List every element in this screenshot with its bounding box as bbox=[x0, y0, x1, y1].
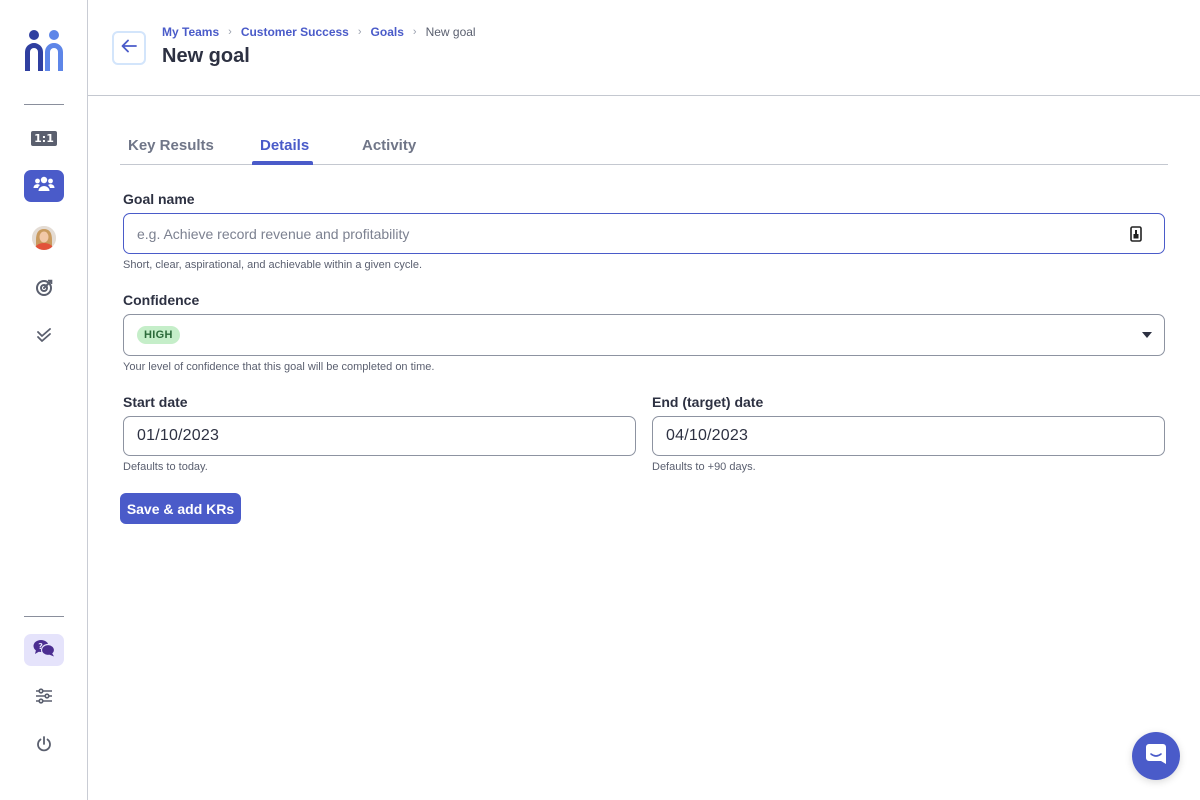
start-date-label: Start date bbox=[123, 394, 188, 410]
team-icon bbox=[33, 176, 55, 197]
tab-key-results[interactable]: Key Results bbox=[128, 137, 214, 154]
confidence-select[interactable]: HIGH bbox=[123, 314, 1165, 356]
power-icon bbox=[36, 735, 52, 757]
chevron-right-icon: › bbox=[357, 26, 362, 38]
sliders-icon bbox=[35, 687, 53, 709]
help-chat-icon: ? bbox=[33, 639, 56, 662]
breadcrumb-customer-success[interactable]: Customer Success bbox=[241, 25, 349, 39]
sidebar-item-logout[interactable] bbox=[24, 730, 64, 762]
breadcrumb-current: New goal bbox=[425, 25, 476, 39]
end-date-label: End (target) date bbox=[652, 394, 764, 410]
page-header: My Teams › Customer Success › Goals › Ne… bbox=[88, 0, 1200, 96]
sidebar-item-help[interactable]: ? bbox=[24, 634, 64, 666]
caret-down-icon bbox=[1142, 332, 1152, 338]
double-check-icon bbox=[36, 327, 52, 349]
sidebar-divider bbox=[24, 104, 64, 105]
sidebar-item-settings[interactable] bbox=[24, 682, 64, 714]
end-date-hint: Defaults to +90 days. bbox=[652, 461, 756, 473]
confidence-hint: Your level of confidence that this goal … bbox=[123, 361, 435, 373]
breadcrumb: My Teams › Customer Success › Goals › Ne… bbox=[162, 25, 476, 39]
app: 1:1 ? My Teams › Customer Success › Goal… bbox=[0, 0, 1200, 800]
tab-activity[interactable]: Activity bbox=[362, 137, 416, 154]
goal-name-hint: Short, clear, aspirational, and achievab… bbox=[123, 259, 423, 271]
svg-text:?: ? bbox=[38, 642, 43, 651]
goal-name-input[interactable]: e.g. Achieve record revenue and profitab… bbox=[123, 213, 1165, 254]
start-date-value: 01/10/2023 bbox=[137, 427, 220, 444]
end-date-input[interactable]: 04/10/2023 bbox=[652, 416, 1165, 456]
sidebar-item-one-on-one[interactable]: 1:1 bbox=[24, 122, 64, 154]
sidebar: 1:1 ? bbox=[0, 0, 88, 800]
tab-bar: Key Results Details Activity bbox=[120, 130, 1168, 165]
breadcrumb-goals[interactable]: Goals bbox=[371, 25, 404, 39]
page-title: New goal bbox=[162, 45, 250, 67]
sidebar-divider-bottom bbox=[24, 616, 64, 617]
chevron-right-icon: › bbox=[412, 26, 417, 38]
confidence-label: Confidence bbox=[123, 292, 200, 308]
one-on-one-icon: 1:1 bbox=[31, 130, 57, 146]
avatar bbox=[32, 226, 56, 250]
goal-name-label: Goal name bbox=[123, 191, 195, 207]
start-date-input[interactable]: 01/10/2023 bbox=[123, 416, 636, 456]
mentor-logo[interactable] bbox=[22, 30, 66, 72]
arrow-left-icon bbox=[121, 39, 137, 58]
sidebar-item-goals[interactable] bbox=[24, 274, 64, 306]
confidence-badge: HIGH bbox=[137, 326, 180, 344]
chat-icon bbox=[1145, 743, 1167, 770]
end-date-value: 04/10/2023 bbox=[666, 427, 749, 444]
sidebar-item-tasks[interactable] bbox=[24, 322, 64, 354]
tab-details[interactable]: Details bbox=[260, 137, 309, 154]
save-and-add-krs-button[interactable]: Save & add KRs bbox=[120, 493, 241, 524]
target-icon bbox=[35, 279, 53, 302]
chat-launcher-button[interactable] bbox=[1132, 732, 1180, 780]
back-button[interactable] bbox=[112, 31, 146, 65]
start-date-hint: Defaults to today. bbox=[123, 461, 208, 473]
sidebar-item-teams[interactable] bbox=[24, 170, 64, 202]
chevron-right-icon: › bbox=[228, 26, 232, 38]
goal-name-placeholder: e.g. Achieve record revenue and profitab… bbox=[137, 225, 410, 242]
breadcrumb-my-teams[interactable]: My Teams bbox=[162, 25, 219, 39]
password-manager-icon[interactable] bbox=[1130, 225, 1142, 242]
active-tab-indicator bbox=[252, 161, 313, 165]
sidebar-item-profile[interactable] bbox=[24, 222, 64, 254]
